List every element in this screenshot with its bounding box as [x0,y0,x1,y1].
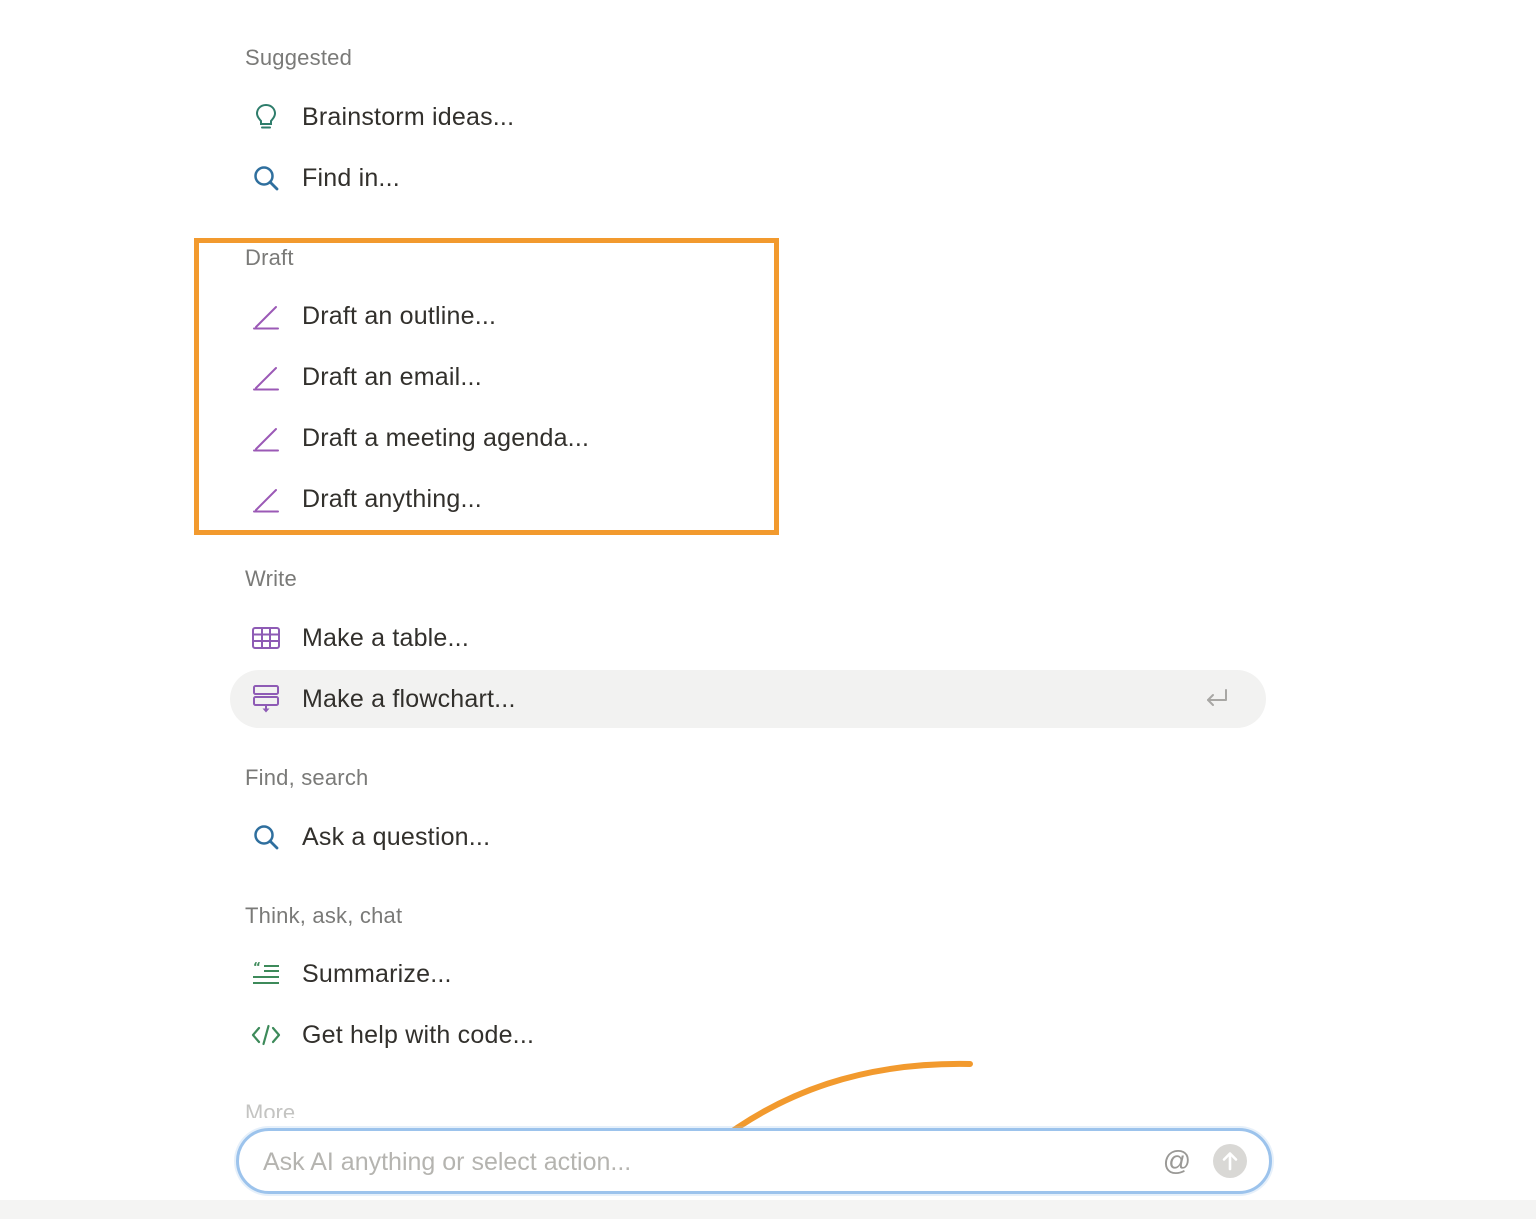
ai-prompt-input[interactable] [261,1131,1145,1193]
ai-action-menu: Suggested Brainstorm ideas... Find in...… [0,0,1536,1219]
section-title-write: Write [245,566,297,591]
section-title-more: More [245,1100,296,1118]
return-key-icon [1202,686,1230,712]
section-title-think-ask-chat: Think, ask, chat [245,903,403,928]
menu-item-label: Summarize... [302,959,452,988]
summarize-icon: “ [250,959,282,989]
ai-prompt-box: @ [236,1128,1272,1194]
menu-item-label: Make a table... [302,623,469,652]
search-icon [250,822,282,852]
menu-item-label: Get help with code... [302,1020,535,1049]
send-button[interactable] [1213,1144,1247,1178]
menu-item-label: Brainstorm ideas... [302,102,515,131]
section-title-find-search: Find, search [245,765,369,790]
menu-item-label: Make a flowchart... [302,684,516,713]
svg-text:“: “ [253,960,261,974]
search-icon [250,163,282,193]
menu-item-label: Find in... [302,163,400,192]
menu-item-ask-question[interactable]: Ask a question... [230,808,1266,866]
code-icon [250,1020,282,1050]
ai-command-menu-page: Suggested Brainstorm ideas... Find in...… [0,0,1536,1219]
lightbulb-icon [250,102,282,132]
menu-item-make-table[interactable]: Make a table... [230,609,1266,667]
menu-item-find-in[interactable]: Find in... [230,149,1266,207]
menu-item-summarize[interactable]: “ Summarize... [230,945,1266,1003]
mention-icon[interactable]: @ [1161,1145,1193,1177]
menu-item-brainstorm-ideas[interactable]: Brainstorm ideas... [230,88,1266,146]
menu-item-make-flowchart[interactable]: Make a flowchart... [230,670,1266,728]
arrow-up-icon [1222,1152,1238,1171]
draft-section-highlight [194,238,779,535]
menu-item-label: Ask a question... [302,822,491,851]
flowchart-icon [250,684,282,714]
section-title-suggested: Suggested [245,45,352,70]
bottom-strip [0,1200,1536,1219]
table-icon [250,623,282,653]
